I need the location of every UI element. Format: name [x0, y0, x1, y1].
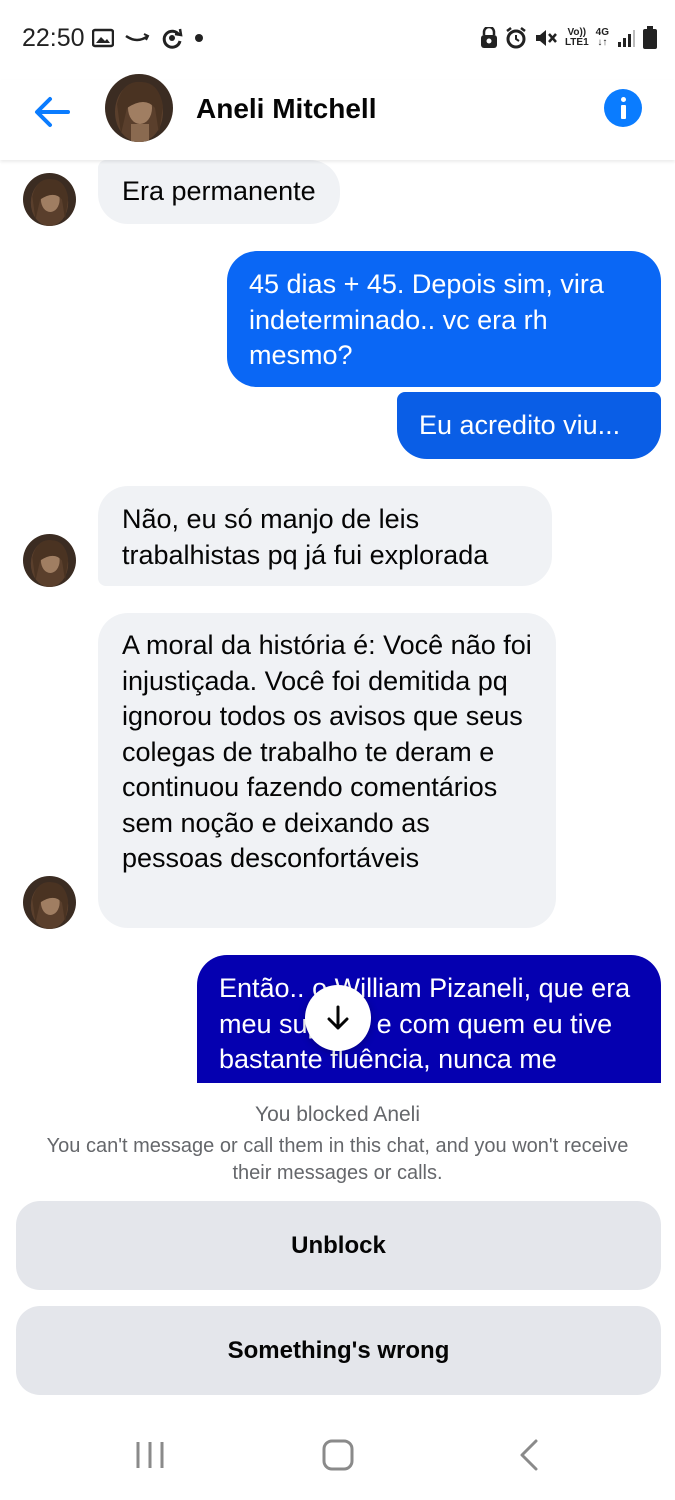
unblock-label: Unblock	[291, 1231, 386, 1259]
signal-icon	[618, 30, 635, 47]
contact-photo	[105, 74, 173, 142]
back-button[interactable]	[30, 90, 74, 134]
message-list[interactable]: Era permanente 45 dias + 45. Depois sim,…	[0, 160, 675, 1083]
nav-back-icon	[520, 1439, 538, 1471]
something-wrong-label: Something's wrong	[227, 1336, 450, 1364]
message-bubble-outgoing[interactable]: 45 dias + 45. Depois sim, vira indetermi…	[227, 251, 661, 387]
dot-icon	[195, 34, 203, 42]
back-arrow-icon	[35, 97, 70, 127]
message-text: Então.. o William Pizaneli, que era meu …	[219, 973, 631, 1083]
sender-photo	[23, 876, 76, 929]
status-right-icons: Vo)) LTE1 4G ↓↑	[480, 26, 657, 50]
message-bubble-outgoing[interactable]: Então.. o William Pizaneli, que era meu …	[197, 955, 661, 1083]
sender-photo	[23, 173, 76, 226]
message-bubble-incoming[interactable]: Era permanente	[98, 160, 340, 224]
unblock-button[interactable]: Unblock	[16, 1201, 661, 1290]
home-button[interactable]	[322, 1438, 354, 1477]
privacy-icon	[480, 27, 497, 48]
volte-icon: Vo)) LTE1	[565, 28, 589, 48]
battery-icon	[643, 26, 657, 49]
mute-icon	[535, 30, 557, 46]
sender-avatar[interactable]	[23, 876, 76, 929]
amazon-icon	[125, 33, 150, 42]
recent-apps-icon	[136, 1442, 164, 1468]
status-bar: 22:50 Vo)) LTE1 4G ↓↑	[0, 0, 675, 80]
sender-avatar[interactable]	[23, 173, 76, 226]
info-icon[interactable]	[604, 89, 642, 127]
message-bubble-incoming[interactable]: A moral da história é: Você não foi inju…	[98, 613, 556, 928]
message-text: A moral da história é: Você não foi inju…	[122, 630, 532, 873]
message-text: Eu acredito viu...	[419, 410, 621, 440]
network-bottom-label: ↓↑	[597, 37, 608, 48]
back-nav-button[interactable]	[516, 1438, 544, 1477]
blocked-description: You can't message or call them in this c…	[46, 1135, 629, 1184]
alarm-icon	[506, 27, 526, 49]
sender-avatar[interactable]	[23, 534, 76, 587]
gallery-icon	[92, 28, 114, 48]
contact-avatar[interactable]	[105, 74, 173, 142]
message-bubble-outgoing[interactable]: Eu acredito viu...	[397, 392, 661, 459]
network-4g-icon: 4G ↓↑	[596, 28, 609, 48]
chat-header: Aneli Mitchell	[0, 74, 675, 160]
arrow-down-icon	[327, 1005, 349, 1030]
message-text: Não, eu só manjo de leis trabalhistas pq…	[122, 504, 489, 570]
sender-photo	[23, 534, 76, 587]
status-time: 22:50	[22, 24, 85, 52]
sync-icon	[162, 28, 183, 49]
system-nav-bar	[0, 1420, 675, 1500]
message-bubble-incoming[interactable]: Não, eu só manjo de leis trabalhistas pq…	[98, 486, 552, 586]
home-icon	[322, 1439, 354, 1471]
blocked-panel: You blocked Aneli You can't message or c…	[0, 1083, 675, 1420]
message-text: 45 dias + 45. Depois sim, vira indetermi…	[249, 269, 604, 370]
recent-apps-button[interactable]	[134, 1438, 166, 1477]
something-wrong-button[interactable]: Something's wrong	[16, 1306, 661, 1395]
contact-name[interactable]: Aneli Mitchell	[196, 93, 376, 125]
message-text: Era permanente	[122, 176, 316, 206]
blocked-title: You blocked Aneli	[254, 1103, 421, 1126]
volte-bottom-label: LTE1	[564, 37, 589, 48]
scroll-to-bottom-button[interactable]	[305, 985, 371, 1051]
status-left-icons	[92, 26, 204, 50]
